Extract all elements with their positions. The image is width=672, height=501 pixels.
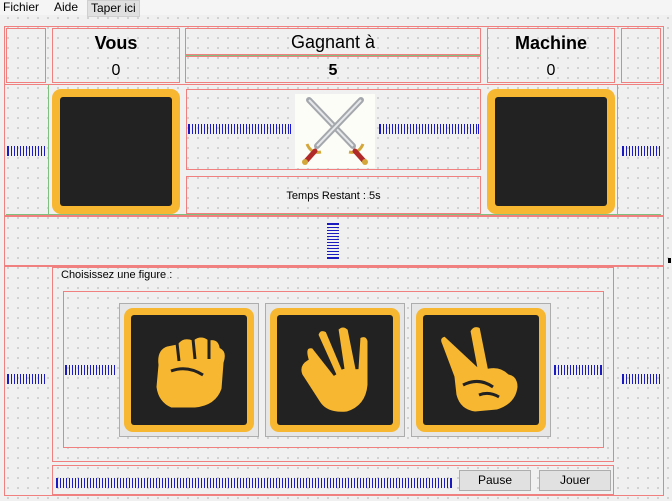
bottom-right-spacer: [622, 374, 660, 384]
open-hand-icon: [298, 324, 371, 415]
menu-file[interactable]: Fichier: [0, 0, 42, 15]
choices-label: Choisissez une figure :: [61, 269, 173, 281]
target-score: 5: [328, 62, 338, 79]
scissors-tile-inner: [423, 315, 539, 425]
target-title: Gagnant à: [290, 32, 376, 52]
machine-choice-display: [495, 97, 607, 206]
player-panel: Vous 0: [52, 28, 180, 83]
fist-icon: [153, 334, 228, 411]
paper-tile: [270, 308, 400, 432]
battle-panel: [186, 89, 481, 170]
left-spacer: [7, 146, 45, 156]
menu-help[interactable]: Aide: [51, 0, 81, 15]
paper-button[interactable]: [265, 303, 405, 437]
choices-left-spacer: [65, 365, 115, 375]
battle-right-spacer: [379, 124, 479, 134]
machine-choice-tile: [487, 89, 615, 214]
rock-tile-inner: [131, 315, 247, 425]
machine-panel: Machine 0: [487, 28, 615, 83]
crossed-swords-icon: [295, 94, 375, 168]
scissors-tile: [416, 308, 546, 432]
rock-tile: [124, 308, 254, 432]
menu-type-here[interactable]: Taper ici: [87, 0, 140, 17]
bottom-left-spacer: [7, 374, 45, 384]
timer-panel: Temps Restant : 5s: [186, 176, 481, 214]
scissors-button[interactable]: [411, 303, 551, 437]
player-score: 0: [111, 62, 121, 79]
controls-spacer: [56, 478, 452, 488]
machine-score: 0: [546, 62, 556, 79]
right-spacer: [622, 146, 660, 156]
paper-tile-inner: [277, 315, 393, 425]
resize-handle[interactable]: [668, 258, 671, 263]
left-header-spacer: [6, 28, 46, 83]
player-title: Vous: [94, 33, 138, 53]
player-choice-display: [60, 97, 172, 206]
vertical-spacer: [327, 223, 339, 259]
right-header-spacer: [621, 28, 661, 83]
battle-left-spacer: [188, 124, 291, 134]
rock-button[interactable]: [119, 303, 259, 437]
choices-right-spacer: [554, 365, 602, 375]
machine-title: Machine: [514, 33, 588, 53]
target-divider: [185, 55, 481, 56]
victory-hand-icon: [438, 324, 521, 415]
menu-bar: Fichier Aide Taper ici: [0, 0, 672, 17]
target-title-box: Gagnant à: [185, 28, 481, 55]
pause-button[interactable]: Pause: [459, 470, 531, 491]
timer-text: Temps Restant : 5s: [286, 190, 381, 202]
target-score-box: 5: [185, 56, 481, 83]
play-button[interactable]: Jouer: [539, 470, 611, 491]
player-choice-tile: [52, 89, 180, 214]
